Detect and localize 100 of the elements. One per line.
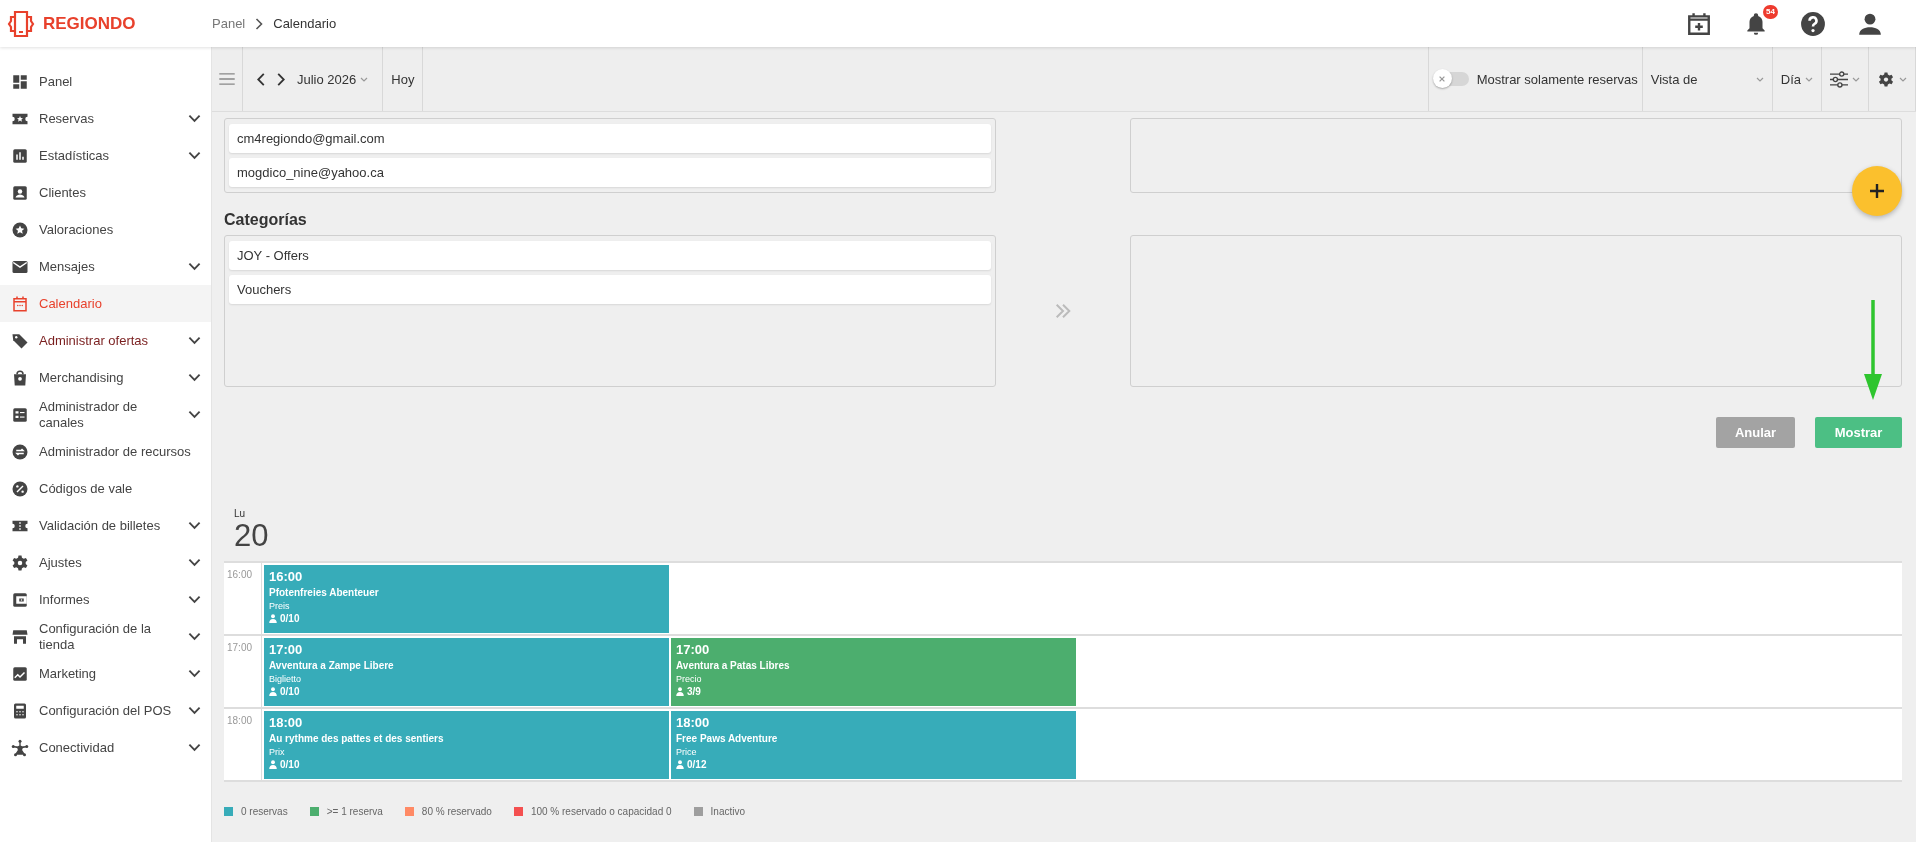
breadcrumb-link[interactable]: Calendario [273,16,337,31]
period-dropdown[interactable]: Día [1772,47,1822,111]
sidebar-item[interactable]: Calendario [0,285,211,322]
bar-chart-icon [11,146,29,165]
add-button[interactable] [1852,166,1902,216]
tag-icon [11,331,29,350]
time-label: 17:00 [224,636,262,707]
close-icon [1438,74,1447,83]
sidebar-item[interactable]: Informes [0,581,211,618]
sidebar-item[interactable]: Administrar ofertas [0,322,211,359]
chevron-down-icon [188,521,201,530]
capacity-count: 0/10 [280,612,300,625]
category-row[interactable]: Vouchers [229,275,991,304]
chevron-left-icon [257,72,265,86]
caret-down-icon [1755,76,1764,82]
caret-down-icon [1852,76,1860,82]
today-button[interactable]: Hoy [383,47,424,111]
notification-badge: 54 [1763,4,1778,19]
legend-label: Inactivo [710,806,745,817]
capacity-count: 0/10 [280,758,300,771]
sidebar-item[interactable]: Códigos de vale [0,470,211,507]
event-title: Pfotenfreies Abenteuer [269,586,380,600]
sidebar-item[interactable]: Configuración del POS [0,692,211,729]
person-icon [676,760,684,769]
event-price-label: Preis [269,600,291,612]
calculator-icon [11,701,29,720]
chevron-down-icon [188,632,201,641]
wallet-icon [11,590,29,609]
event-price-label: Precio [676,673,703,685]
sidebar-item[interactable]: Validación de billetes [0,507,211,544]
store-icon [11,627,29,646]
sidebar-item[interactable]: Mensajes [0,248,211,285]
weekday-label: Lu [234,508,247,519]
list-icon [11,405,29,424]
help-button[interactable] [1800,10,1826,37]
calendar-icon [11,294,29,313]
chevron-down-icon [188,595,201,604]
event-title: Avventura a Zampe Libere [269,659,395,673]
swap-circle-icon [11,442,29,461]
section-heading: Categorías [224,211,308,229]
person-card-icon [11,183,29,202]
legend-label: 100 % reservado o capacidad 0 [530,806,672,817]
caret-down-icon [1899,76,1907,82]
time-label: 16:00 [224,563,262,634]
add-event-button[interactable] [1686,10,1712,37]
plus-icon [1870,184,1884,198]
settings-icon [1877,70,1895,88]
percent-circle-icon [11,479,29,498]
sidebar-item[interactable]: Merchandising [0,359,211,396]
sidebar-item[interactable]: Marketing [0,655,211,692]
chart-card-icon [11,664,29,683]
person-icon [269,687,277,696]
email-row[interactable]: cm4regiondo@gmail.com [229,124,991,153]
event-time: 18:00 [269,714,304,731]
logo-icon [7,9,35,38]
category-row[interactable]: JOY - Offers [229,241,991,270]
sidebar-item[interactable]: Administrador de canales [0,396,211,433]
help-icon [1800,10,1826,37]
sidebar-item[interactable]: Clientes [0,174,211,211]
sidebar-item[interactable]: Valoraciones [0,211,211,248]
toggle-switch[interactable] [1434,72,1469,86]
legend-label: 80 % reservado [421,806,492,817]
sidebar-item[interactable]: Reservas [0,100,211,137]
chevron-down-icon [188,558,201,567]
menu-icon [219,73,235,85]
breadcrumb-link[interactable]: Panel [212,16,246,31]
caret-down-icon [360,76,369,82]
sidebar-item[interactable]: Administrador de recursos [0,433,211,470]
event-time: 17:00 [676,641,711,658]
capacity-count: 0/10 [280,685,300,698]
event-title: Aventura a Patas Libres [676,659,791,673]
event-title: Free Paws Adventure [676,732,779,746]
caret-down-icon [1805,76,1813,82]
person-icon [269,614,277,623]
event-title: Au rythme des pattes et des sentiers [269,732,445,746]
brand-name: REGIONDO [43,13,136,34]
chevron-down-icon [188,114,201,123]
day-number: 20 [234,519,270,553]
settings-icon [11,553,29,572]
capacity-count: 0/12 [687,758,707,771]
month-dropdown[interactable]: Julio 2026 [291,70,375,88]
chevron-down-icon [188,336,201,345]
sidebar-item[interactable]: Panel [0,63,211,100]
sidebar-item[interactable]: Ajustes [0,544,211,581]
sidebar-item[interactable]: Conectividad [0,729,211,766]
sidebar-item[interactable]: Configuración de la tienda [0,618,211,655]
event-time: 18:00 [676,714,711,731]
event-price-label: Biglietto [269,673,303,685]
event-price-label: Prix [269,746,286,758]
view-dropdown[interactable]: Vista de [1642,47,1773,111]
event-time: 17:00 [269,641,304,658]
calendar-plus-icon [1686,10,1712,37]
chevron-down-icon [188,151,201,160]
chevron-down-icon [188,669,201,678]
email-row[interactable]: mogdico_nine@yahoo.ca [229,158,991,187]
chevron-down-icon [188,373,201,382]
sidebar-item[interactable]: Estadísticas [0,137,211,174]
chevron-right-icon [277,72,285,86]
chevron-down-icon [188,706,201,715]
event-time: 16:00 [269,568,304,585]
